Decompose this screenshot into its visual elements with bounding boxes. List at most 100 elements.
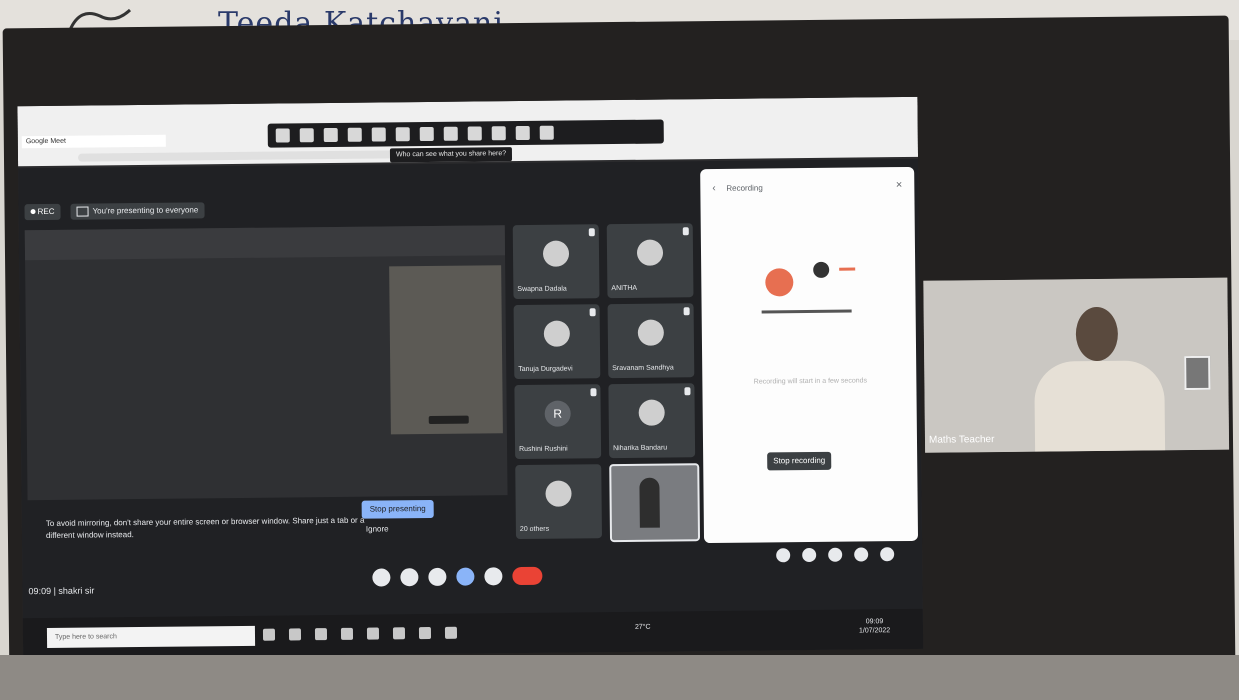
mic-off-icon (682, 227, 689, 236)
close-icon[interactable]: × (896, 179, 903, 191)
meet-window: REC You're presenting to everyone To avo… (18, 158, 924, 659)
wall-frame (1184, 355, 1211, 391)
clock-time: 09:09 (28, 585, 52, 597)
shared-stop-button (428, 415, 469, 424)
avatar (638, 399, 665, 426)
participant-name: Tanuja Durgadevi (518, 365, 573, 374)
participant-tile[interactable]: Niharika Bandaru (608, 383, 696, 459)
present-icon[interactable] (456, 567, 475, 586)
taskbar-search-input[interactable]: Type here to search (46, 625, 256, 649)
browser-chrome: Google Meet Who can see what you share h… (17, 96, 919, 167)
webcam-label: Maths Teacher (928, 434, 995, 446)
clear-icon[interactable] (491, 126, 506, 141)
rec-badge: REC (24, 203, 61, 221)
participant-name: Rushini Rushini (519, 445, 568, 454)
people-icon[interactable] (802, 547, 817, 563)
redo-icon[interactable] (467, 126, 482, 141)
move-icon[interactable] (275, 128, 290, 143)
avatar (637, 319, 664, 346)
mic-off-icon (589, 308, 596, 317)
back-arrow-icon[interactable]: ‹ (712, 183, 715, 194)
avatar (542, 240, 570, 267)
recording-panel: ‹ Recording × Recording will start in a … (700, 166, 919, 544)
shared-screen-preview (24, 225, 508, 501)
system-date: 1/07/2022 (858, 627, 891, 635)
camera-icon[interactable] (400, 568, 419, 587)
shared-screen-bar (24, 225, 506, 261)
end-call-button[interactable] (512, 566, 543, 586)
presenting-banner: You're presenting to everyone (70, 202, 205, 220)
task-view-icon[interactable] (262, 628, 276, 641)
participant-tile[interactable]: R Rushini Rushini (514, 384, 602, 460)
participant-tile[interactable]: Sravanam Sandhya (607, 303, 695, 379)
teacher-body (1034, 360, 1166, 452)
group-avatar (545, 480, 572, 507)
eraser-icon[interactable] (395, 127, 410, 142)
participant-tile[interactable]: Tanuja Durgadevi (513, 304, 601, 380)
annotation-toolbar (267, 119, 664, 148)
call-controls (372, 566, 543, 587)
system-tray-weather[interactable]: 27°C (635, 624, 651, 631)
host-controls-icon[interactable] (880, 547, 895, 562)
browser-tab[interactable]: Google Meet (21, 134, 166, 149)
activities-icon[interactable] (854, 547, 869, 562)
share-hint: Who can see what you share here? (389, 147, 513, 163)
more-options-icon[interactable] (484, 567, 503, 586)
system-time: 09:09 (865, 618, 884, 626)
participant-tile-others[interactable]: 20 others (515, 464, 603, 540)
line-icon[interactable] (323, 127, 338, 143)
meeting-name: shakri sir (58, 585, 95, 596)
present-screen-icon (76, 206, 89, 217)
participant-grid: Swapna Dadala ANITHA Tanuja Durgadevi Sr… (512, 223, 701, 545)
store-icon[interactable] (392, 627, 406, 640)
self-video-figure (639, 477, 660, 528)
recording-status: Recording will start in a few seconds (753, 377, 868, 386)
explorer-icon[interactable] (288, 628, 302, 641)
format-icon[interactable] (419, 126, 434, 142)
mirroring-warning: To avoid mirroring, don't share your ent… (45, 515, 365, 541)
mic-off-icon (684, 387, 691, 396)
recording-illustration-icon (761, 261, 856, 314)
shared-screen-card (389, 265, 503, 435)
windows-taskbar: Type here to search 27°C 09:09 1/07/2022 (22, 608, 924, 659)
stop-recording-button[interactable]: Stop recording (767, 451, 832, 471)
app-icon[interactable] (418, 626, 432, 640)
presenting-label: You're presenting to everyone (92, 205, 199, 216)
taskbar-icons (262, 626, 458, 641)
participant-tile[interactable]: Swapna Dadala (512, 224, 600, 300)
mic-icon[interactable] (372, 568, 391, 587)
ignore-link[interactable]: Ignore (366, 524, 389, 533)
edge-icon[interactable] (314, 628, 328, 641)
participant-name: Swapna Dadala (517, 285, 567, 294)
app-icon[interactable] (444, 626, 458, 639)
raise-hand-icon[interactable] (428, 567, 447, 587)
system-clock[interactable]: 09:09 1/07/2022 (859, 617, 890, 635)
stop-presenting-button[interactable]: Stop presenting (361, 499, 434, 519)
mic-off-icon (588, 228, 595, 237)
teacher-head (1075, 306, 1119, 362)
participant-tile[interactable]: ANITHA (606, 223, 694, 299)
self-video-tile[interactable] (609, 463, 701, 543)
address-bar[interactable] (77, 150, 399, 162)
draw-icon[interactable] (347, 127, 362, 142)
undo-icon[interactable] (443, 126, 458, 141)
rec-label: REC (37, 206, 55, 217)
laptop-screen: Google Meet Who can see what you share h… (17, 96, 924, 659)
desk-shelf (0, 655, 1239, 700)
text-icon[interactable] (299, 128, 314, 143)
highlighter-icon[interactable] (371, 127, 386, 142)
avatar (543, 320, 570, 347)
save-icon[interactable] (515, 125, 530, 141)
panel-title: Recording (726, 183, 763, 193)
chat-icon[interactable] (828, 547, 843, 562)
meeting-clock: 09:09 | shakri sir (28, 585, 95, 597)
close-icon[interactable] (539, 125, 554, 140)
participant-name: Sravanam Sandhya (612, 364, 674, 373)
chrome-icon[interactable] (340, 627, 354, 640)
teacher-webcam-feed: Maths Teacher (923, 277, 1230, 453)
avatar: R (544, 400, 571, 427)
mail-icon[interactable] (366, 627, 380, 640)
info-icon[interactable] (776, 548, 791, 563)
participant-name: ANITHA (611, 284, 638, 293)
monitor: Google Meet Who can see what you share h… (2, 15, 1236, 679)
